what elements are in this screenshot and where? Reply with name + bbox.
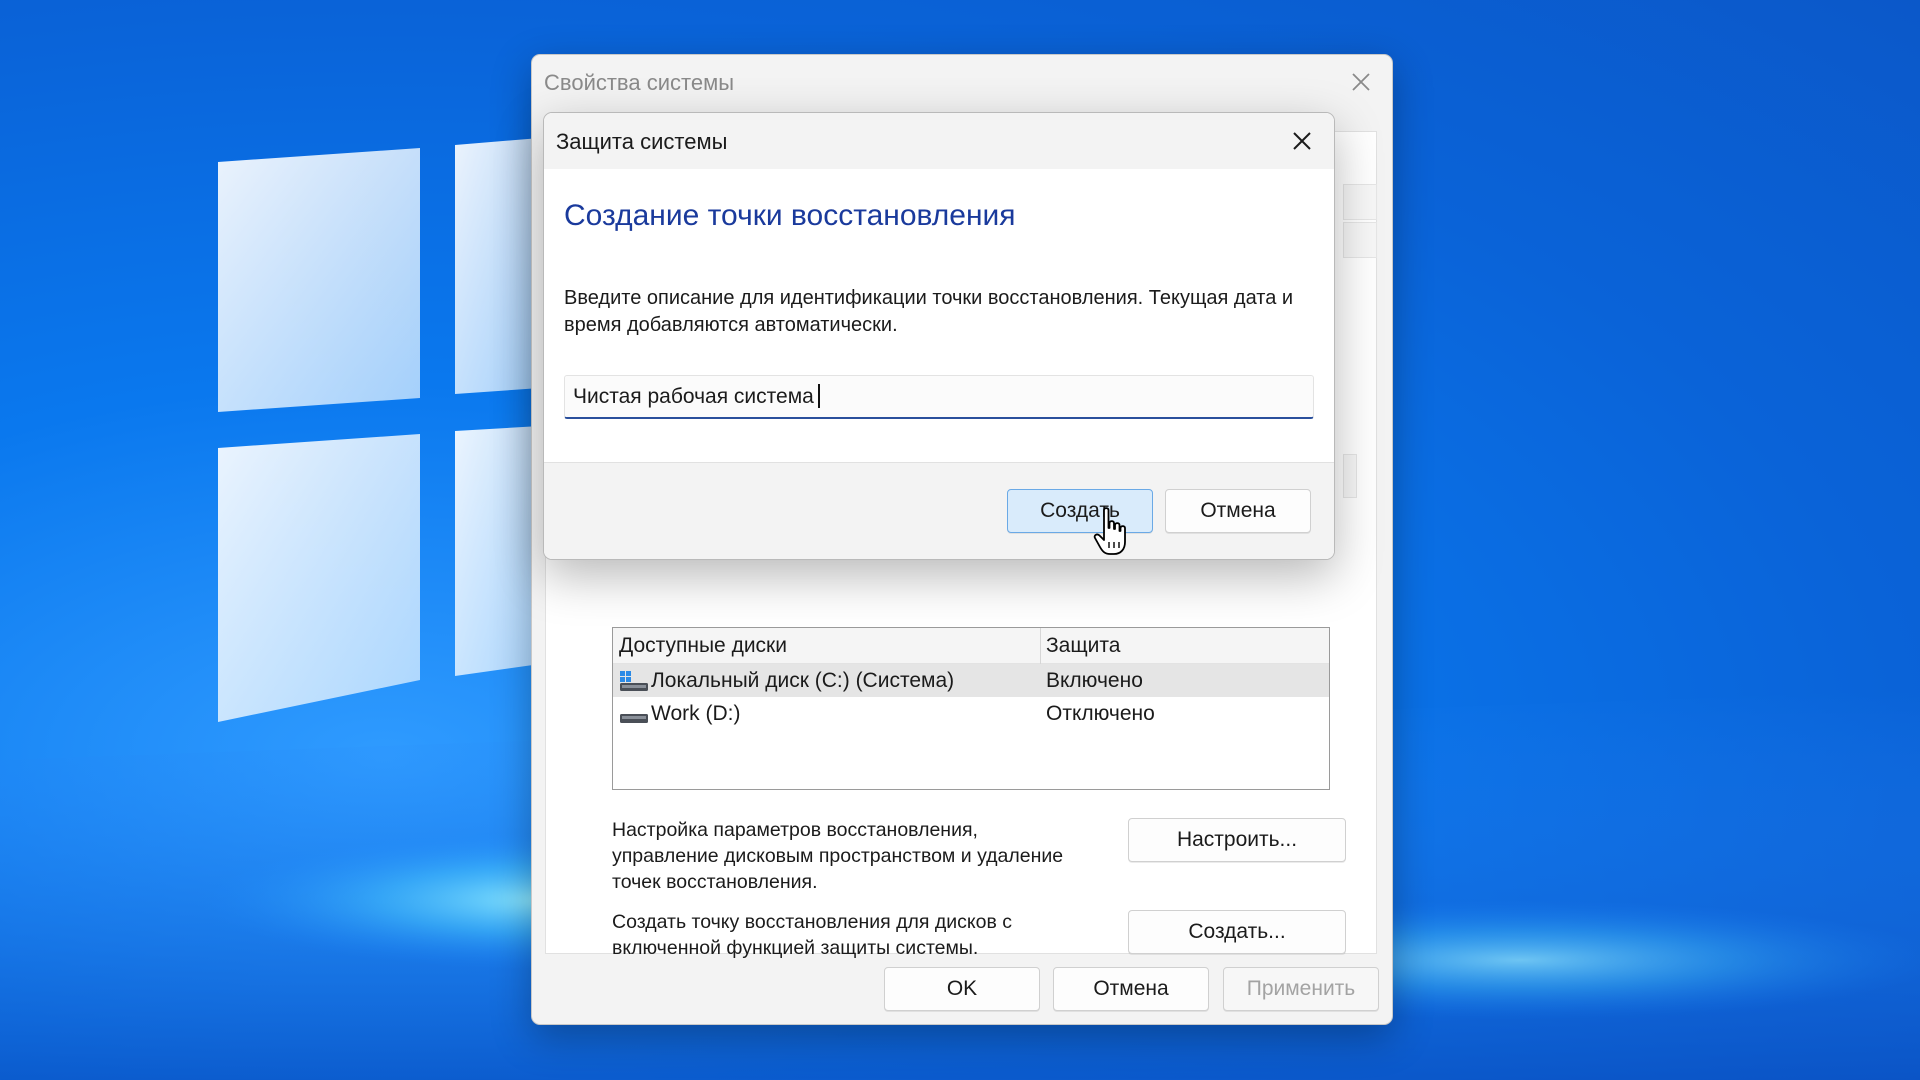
configure-description: Настройка параметров восстановления, упр… (612, 819, 1064, 893)
close-icon[interactable] (1346, 67, 1376, 97)
drive-name: Work (D:) (651, 702, 741, 725)
dialog-titlebar: Защита системы (544, 113, 1334, 169)
cancel-button[interactable]: Отмена (1165, 489, 1311, 533)
tab-strip-edge (1343, 222, 1377, 258)
close-icon[interactable] (1286, 125, 1318, 157)
window-title: Свойства системы (544, 70, 735, 95)
dialog-description: Введите описание для идентификации точки… (564, 287, 1294, 336)
column-divider[interactable] (1040, 628, 1041, 664)
tab-strip-edge (1343, 184, 1377, 220)
drive-protection-status: Отключено (1046, 702, 1155, 725)
windows-logo-panes (218, 138, 540, 722)
dialog-title: Защита системы (556, 129, 728, 154)
available-drives-list[interactable]: Доступные диски Защита Локальный диск (C… (612, 627, 1330, 790)
dialog-footer: Создать Отмена (544, 462, 1334, 559)
apply-button[interactable]: Применить (1223, 967, 1379, 1011)
drive-icon (620, 714, 648, 723)
create-restore-point-button[interactable]: Создать... (1128, 910, 1346, 954)
table-row[interactable]: Локальный диск (C:) (Система) Включено (613, 664, 1329, 697)
column-header-protection[interactable]: Защита (1046, 634, 1120, 658)
windows-drive-icon (620, 671, 648, 691)
hand-pointer-cursor-icon (1093, 507, 1126, 555)
drive-name: Локальный диск (C:) (Система) (651, 669, 955, 692)
text-caret (818, 384, 820, 408)
setting-button-edge (1343, 454, 1357, 498)
column-header-drives[interactable]: Доступные диски (619, 634, 787, 658)
configure-button[interactable]: Настроить... (1128, 818, 1346, 862)
create-restore-point-dialog: Защита системы Создание точки восстановл… (543, 112, 1335, 560)
ok-button[interactable]: OK (884, 967, 1040, 1011)
drive-protection-status: Включено (1046, 669, 1143, 692)
cancel-button[interactable]: Отмена (1053, 967, 1209, 1011)
restore-point-description-input[interactable] (564, 375, 1314, 419)
table-row[interactable]: Work (D:) Отключено (613, 697, 1329, 730)
drives-list-header: Доступные диски Защита (613, 628, 1329, 664)
create-description: Создать точку восстановления для дисков … (612, 911, 1013, 959)
dialog-heading: Создание точки восстановления (564, 199, 1016, 232)
